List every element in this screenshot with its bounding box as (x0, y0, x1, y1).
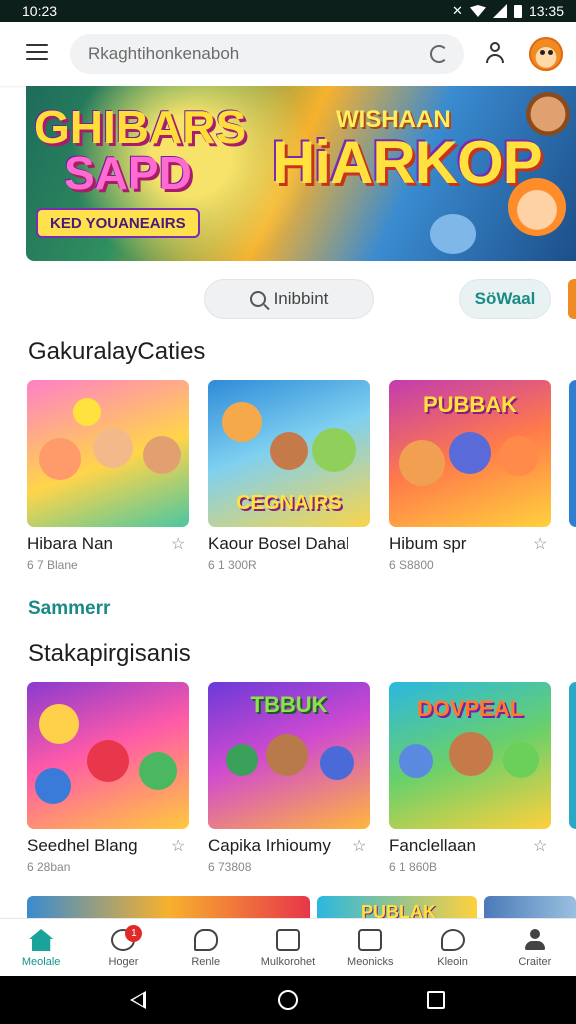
game-meta: 6 28ban (27, 860, 71, 874)
nav-item-home[interactable]: Meolale (0, 919, 82, 976)
see-more-link[interactable]: Sammerr (28, 598, 110, 620)
bottom-navigation: Meolale 1 Hoger Renle Mulkorohet Meonick… (0, 918, 576, 976)
messages-icon (440, 929, 465, 951)
status-time: 10:23 (22, 3, 58, 19)
game-thumbnail: PUBBAK (389, 380, 551, 527)
library-icon (358, 929, 383, 951)
search-icon (249, 291, 266, 307)
game-meta: 6 73808 (208, 860, 252, 874)
star-icon[interactable]: ☆ (171, 534, 185, 554)
mascot-avatar[interactable] (529, 37, 563, 71)
game-card[interactable]: CEGNAIRS Kaour Bosel Dahal ☆ 6 1 300R (208, 380, 370, 572)
game-card[interactable]: PUBBAK Hibum spr ☆ 6 S8800 (389, 380, 551, 572)
close-icon: ✕ (452, 3, 463, 18)
top-app-bar (0, 22, 576, 86)
nav-item-gallery[interactable]: Mulkorohet (247, 919, 329, 976)
recents-icon[interactable] (427, 991, 445, 1009)
search-input[interactable] (88, 44, 430, 64)
game-card[interactable]: Hibara Nan ☆ 6 7 Blane (27, 380, 189, 572)
game-logo: CEGNAIRS (236, 492, 342, 514)
game-title: Fanclellaan (389, 836, 476, 855)
nav-item-library[interactable]: Meonicks (329, 919, 411, 976)
game-card[interactable]: TBBUK Capika Irhioumy ☆ 6 73808 (208, 682, 370, 874)
game-thumbnail: DOVPEAL (389, 682, 551, 829)
game-thumbnail: TBBUK (208, 682, 370, 829)
promo-banner[interactable]: GHIBARS SAPD KED YOUANEAIRS WISHAAN HiAR… (26, 86, 576, 261)
game-thumbnail (27, 682, 189, 829)
game-meta: 6 S8800 (389, 558, 434, 572)
nav-item-profile[interactable]: Craiter (494, 919, 576, 976)
back-icon[interactable] (130, 991, 146, 1009)
game-thumbnail: CEGNAIRS (208, 380, 370, 527)
banner-title: HiARKOP (272, 129, 543, 196)
game-title: Capika Irhioumy (208, 836, 331, 855)
wifi-icon (469, 5, 486, 17)
game-title: Seedhel Blang (27, 836, 138, 855)
chat-icon (193, 929, 218, 951)
game-card-partial[interactable] (569, 682, 576, 829)
chip-label: Inibbint (273, 289, 329, 308)
nav-item-chat[interactable]: Renle (165, 919, 247, 976)
battery-icon (513, 4, 522, 18)
home-button-icon[interactable] (278, 990, 298, 1010)
game-logo: TBBUK (250, 692, 328, 717)
banner-character (430, 214, 476, 254)
notification-badge: 1 (125, 925, 143, 942)
banner-character (508, 178, 566, 236)
status-bar: 10:23 ✕ 13:35 (0, 0, 576, 22)
game-title: Kaour Bosel Dahal (208, 534, 348, 553)
game-meta: 6 7 Blane (27, 558, 78, 572)
game-card-partial[interactable] (569, 380, 576, 527)
star-icon[interactable]: ☆ (533, 534, 547, 554)
star-icon[interactable]: ☆ (352, 836, 366, 856)
banner-peek[interactable]: PUBLAK (317, 896, 477, 920)
system-navigation-bar (0, 976, 576, 1024)
game-card[interactable]: Seedhel Blang ☆ 6 28ban (27, 682, 189, 874)
account-icon[interactable] (484, 42, 506, 66)
section-title: GakuralayCaties (28, 338, 206, 365)
profile-icon (523, 929, 547, 951)
game-card[interactable]: DOVPEAL Fanclellaan ☆ 6 1 860B (389, 682, 551, 874)
banner-peek[interactable] (484, 896, 576, 920)
game-meta: 6 1 860B (389, 860, 438, 874)
search-bar[interactable] (70, 34, 464, 74)
game-logo: PUBBAK (422, 392, 518, 417)
home-icon (29, 929, 54, 951)
signal-icon (492, 4, 507, 18)
banner-peek[interactable] (27, 896, 310, 920)
star-icon[interactable]: ☆ (533, 836, 547, 856)
game-logo: DOVPEAL (416, 696, 524, 721)
game-meta: 6 1 300R (208, 558, 257, 572)
nav-item-search[interactable]: 1 Hoger (82, 919, 164, 976)
refresh-icon[interactable] (430, 45, 448, 63)
status-right-time: 13:35 (528, 3, 564, 19)
star-icon[interactable]: ☆ (171, 836, 185, 856)
filter-chip[interactable]: SöWaal (459, 279, 551, 319)
app-screen: 10:23 ✕ 13:35 GHIBARS SAPD KED YOUANEAIR… (0, 0, 576, 1024)
banner-character (526, 92, 570, 136)
filter-chip-search[interactable]: Inibbint (204, 279, 374, 319)
filter-chip-partial[interactable] (568, 279, 576, 319)
banner-ribbon: KED YOUANEAIRS (36, 208, 200, 238)
nav-item-messages[interactable]: Kleoin (411, 919, 493, 976)
section-title: Stakapirgisanis (28, 640, 191, 667)
game-thumbnail (27, 380, 189, 527)
search-notify-icon: 1 (111, 925, 143, 951)
gallery-icon (275, 929, 300, 951)
chip-label: SöWaal (474, 289, 536, 308)
game-title: Hibum spr (389, 534, 467, 553)
menu-icon[interactable] (26, 44, 48, 62)
banner-left-title: GHIBARS SAPD (34, 101, 247, 199)
game-title: Hibara Nan (27, 534, 113, 553)
